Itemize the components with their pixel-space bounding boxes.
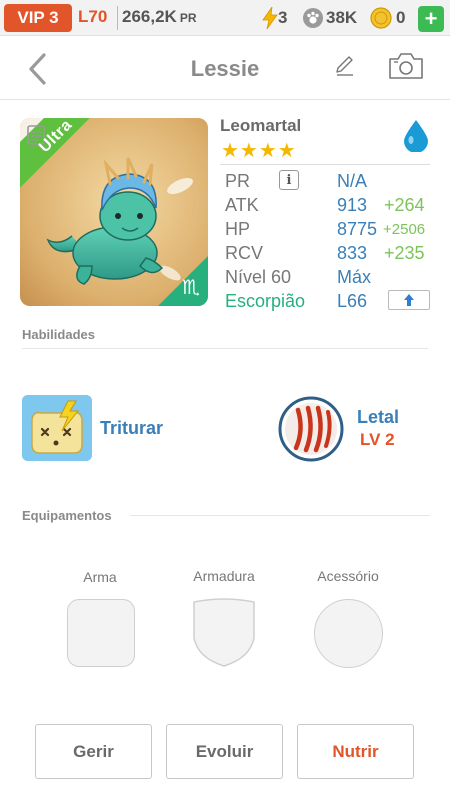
info-icon[interactable]: i <box>279 170 299 190</box>
zodiac-icon: ♏ <box>182 277 200 299</box>
evolve-button[interactable]: Evoluir <box>166 724 283 779</box>
slot-label-armor: Armadura <box>193 568 255 584</box>
passive-skill-name[interactable]: Letal <box>357 407 399 428</box>
active-skill-icon[interactable] <box>22 395 92 461</box>
player-level: L70 <box>78 7 108 26</box>
star-rating: ★★★★ <box>221 140 297 162</box>
status-bar: VIP 3 L70 266,2K PR 3 38K 0 + <box>0 0 450 36</box>
armor-slot[interactable] <box>190 598 258 668</box>
manage-button[interactable]: Gerir <box>35 724 152 779</box>
energy-counter[interactable]: 3 <box>262 7 287 29</box>
stat-label-rcv: RCV <box>225 243 264 263</box>
feed-button[interactable]: Nutrir <box>297 724 414 779</box>
weapon-slot[interactable] <box>67 599 135 667</box>
power-rating: 266,2K PR <box>122 7 197 27</box>
skills-section-label: Habilidades <box>22 327 95 342</box>
crushed-face-icon <box>22 395 92 461</box>
stat-value-pr: N/A <box>337 171 368 191</box>
slot-label-weapon: Arma <box>83 569 117 585</box>
energy-value: 3 <box>278 8 288 27</box>
stat-bonus-rcv: +235 <box>384 243 425 263</box>
slot-label-accessory: Acessório <box>317 568 379 584</box>
paw-counter[interactable]: 38K <box>302 7 357 29</box>
coin-icon <box>370 7 392 29</box>
stat-value-level: Máx <box>337 267 372 287</box>
stat-label-pr: PR <box>225 171 251 191</box>
power-unit: PR <box>179 11 197 25</box>
stat-value-zodiac: L66 <box>337 291 368 311</box>
water-element-icon <box>404 120 428 152</box>
stat-label-zodiac: Escorpião <box>225 291 306 311</box>
stat-value-atk: 913 <box>337 195 368 215</box>
equipment-section-label: Equipamentos <box>22 508 112 523</box>
pencil-icon[interactable] <box>334 55 356 77</box>
stat-label-level: Nível 60 <box>225 267 292 287</box>
page-title: Lessie <box>190 56 260 81</box>
divider <box>22 348 428 349</box>
camera-icon[interactable] <box>388 52 424 80</box>
page-header: Lessie <box>0 36 450 100</box>
paw-icon <box>303 8 323 28</box>
coin-value: 0 <box>396 8 406 27</box>
vip-badge[interactable]: VIP 3 <box>4 4 72 32</box>
divider <box>117 6 118 30</box>
accessory-slot[interactable] <box>314 599 383 668</box>
active-skill-name[interactable]: Triturar <box>100 418 163 439</box>
arrow-up-icon <box>404 294 414 306</box>
stat-label-hp: HP <box>225 219 251 239</box>
stat-label-atk: ATK <box>225 195 259 215</box>
pet-species-name: Leomartal <box>220 116 302 135</box>
passive-skill-level: LV 2 <box>360 430 395 449</box>
stat-value-rcv: 833 <box>337 243 368 263</box>
stat-value-hp: 8775 <box>337 219 378 239</box>
paw-value: 38K <box>326 8 358 27</box>
power-value: 266,2K <box>122 7 177 26</box>
pet-portrait-card[interactable]: Ultra ♏ <box>20 118 208 306</box>
divider <box>130 515 430 516</box>
coin-counter[interactable]: 0 <box>370 7 405 29</box>
zodiac-upgrade-button[interactable] <box>388 290 430 310</box>
stat-bonus-atk: +264 <box>384 195 425 215</box>
stat-bonus-hp: +2506 <box>383 221 426 238</box>
add-currency-button[interactable]: + <box>418 6 444 32</box>
lightning-icon <box>262 7 278 29</box>
divider <box>220 164 430 165</box>
claw-marks-icon[interactable] <box>278 396 344 462</box>
